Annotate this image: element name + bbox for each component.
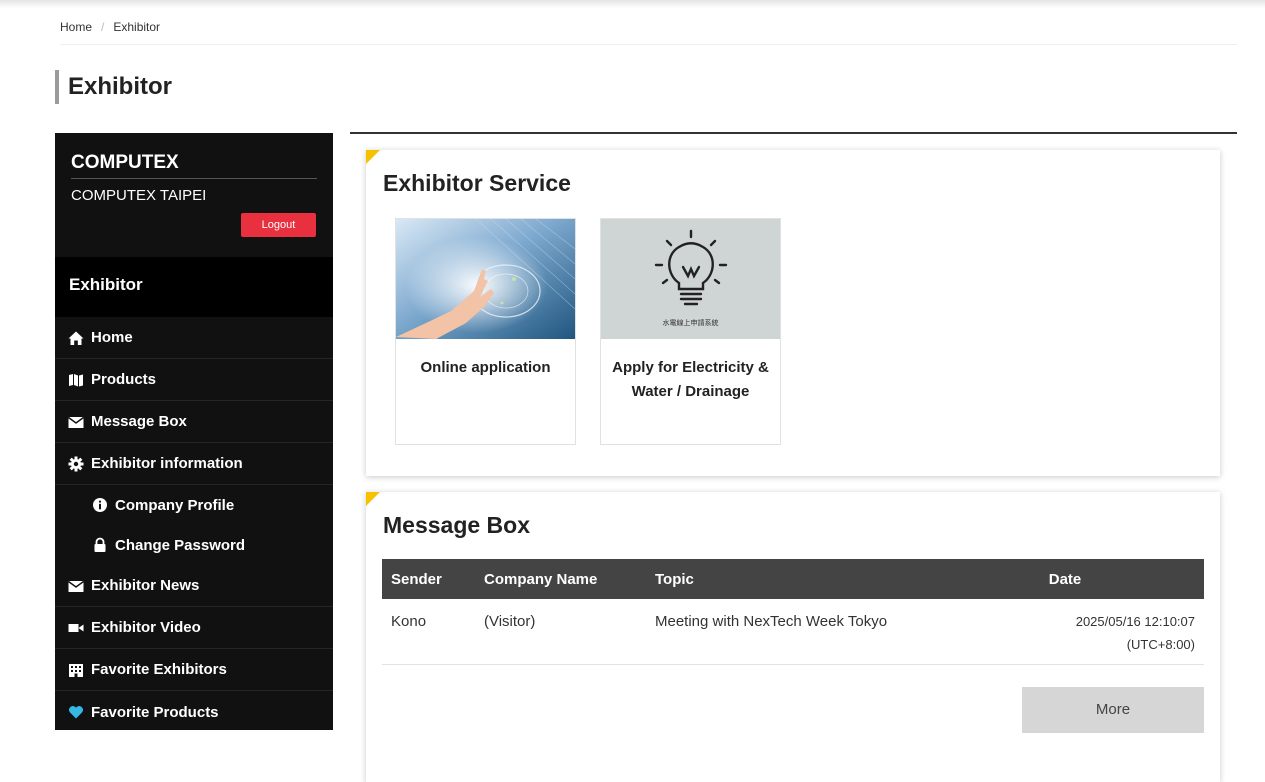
sidebar-item-change-password[interactable]: Change Password <box>55 525 333 565</box>
service-card-electricity-water[interactable]: 水電線上申請系統 Apply for Electricity & Water /… <box>600 218 781 445</box>
message-box-title: Message Box <box>383 512 531 538</box>
table-row[interactable]: Kono (Visitor) Meeting with NexTech Week… <box>382 599 1204 665</box>
sidebar-subtitle: COMPUTEX TAIPEI <box>71 187 207 204</box>
envelope-icon <box>68 414 84 430</box>
cell-date-value: 2025/05/16 12:10:07 <box>1075 614 1195 629</box>
column-header-company: Company Name <box>475 559 646 599</box>
cell-sender: Kono <box>382 599 475 665</box>
home-icon <box>68 330 84 346</box>
lightbulb-image-caption: 水電線上申請系統 <box>662 320 719 327</box>
sidebar-item-favorite-exhibitors[interactable]: Favorite Exhibitors <box>55 649 333 691</box>
cell-date: 2025/05/16 12:10:07 (UTC+8:00) <box>926 599 1204 665</box>
sidebar-item-label: Change Password <box>115 536 246 554</box>
column-header-date: Date <box>926 559 1204 599</box>
sidebar-item-label: Home <box>91 329 133 346</box>
sidebar-section-title: Exhibitor <box>55 257 333 317</box>
lock-icon <box>92 537 108 553</box>
logout-button[interactable]: Logout <box>241 213 316 237</box>
breadcrumb: Home / Exhibitor <box>60 20 160 34</box>
cell-company: (Visitor) <box>475 599 646 665</box>
breadcrumb-current: Exhibitor <box>113 20 161 34</box>
cell-date-timezone: (UTC+8:00) <box>1126 637 1195 652</box>
sidebar-item-favorite-products[interactable]: Favorite Products <box>55 691 333 733</box>
sidebar-item-exhibitor-news[interactable]: Exhibitor News <box>55 565 333 607</box>
heart-icon <box>68 704 84 720</box>
building-icon <box>68 662 84 678</box>
column-header-topic: Topic <box>646 559 926 599</box>
message-table: Sender Company Name Topic Date Kono (Vis… <box>382 559 1204 665</box>
hand-touching-screen-image <box>396 219 575 339</box>
sidebar-item-exhibitor-video[interactable]: Exhibitor Video <box>55 607 333 649</box>
sidebar-item-label: Exhibitor information <box>91 455 243 472</box>
lightbulb-image: 水電線上申請系統 <box>601 219 780 339</box>
gear-icon <box>68 456 84 472</box>
service-card-label: Apply for Electricity & Water / Drainage <box>612 359 769 400</box>
more-button[interactable]: More <box>1022 687 1204 733</box>
panel-corner-accent <box>366 492 380 506</box>
sidebar-item-home[interactable]: Home <box>55 317 333 359</box>
exhibitor-service-panel: Exhibitor Service Online application 水電線… <box>366 150 1220 476</box>
sidebar-item-message-box[interactable]: Message Box <box>55 401 333 443</box>
panel-corner-accent <box>366 150 380 164</box>
sidebar: COMPUTEX COMPUTEX TAIPEI Logout Exhibito… <box>55 133 333 730</box>
info-circle-icon <box>92 497 108 513</box>
cell-topic[interactable]: Meeting with NexTech Week Tokyo <box>646 599 926 665</box>
sidebar-item-company-profile[interactable]: Company Profile <box>55 485 333 525</box>
sidebar-item-label: Exhibitor Video <box>91 619 201 636</box>
sidebar-item-label: Favorite Products <box>91 703 219 721</box>
sidebar-item-label: Exhibitor News <box>91 577 200 594</box>
breadcrumb-home-link[interactable]: Home <box>60 20 92 34</box>
sidebar-item-label: Favorite Exhibitors <box>91 661 227 678</box>
page-title: Exhibitor <box>55 70 172 104</box>
column-header-sender: Sender <box>382 559 475 599</box>
main-top-divider <box>350 132 1237 134</box>
breadcrumb-separator: / <box>101 20 105 34</box>
sidebar-item-products[interactable]: Products <box>55 359 333 401</box>
sidebar-item-exhibitor-information[interactable]: Exhibitor information <box>55 443 333 485</box>
map-icon <box>68 372 84 388</box>
sidebar-brand-divider <box>71 178 317 179</box>
sidebar-item-label: Message Box <box>91 413 187 430</box>
video-camera-icon <box>68 620 84 636</box>
envelope-icon <box>68 578 84 594</box>
message-box-panel: Message Box Sender Company Name Topic Da… <box>366 492 1220 782</box>
exhibitor-service-title: Exhibitor Service <box>383 170 571 196</box>
sidebar-item-label: Company Profile <box>115 496 235 514</box>
service-card-online-application[interactable]: Online application <box>395 218 576 445</box>
sidebar-item-label: Products <box>91 371 157 388</box>
sidebar-brand: COMPUTEX <box>71 152 179 173</box>
top-shadow <box>0 0 1265 8</box>
message-table-header: Sender Company Name Topic Date <box>382 559 1204 599</box>
service-card-label: Online application <box>420 359 551 376</box>
sidebar-menu: Home Products Message Box Exhibitor info… <box>55 317 333 733</box>
breadcrumb-divider <box>60 44 1237 45</box>
